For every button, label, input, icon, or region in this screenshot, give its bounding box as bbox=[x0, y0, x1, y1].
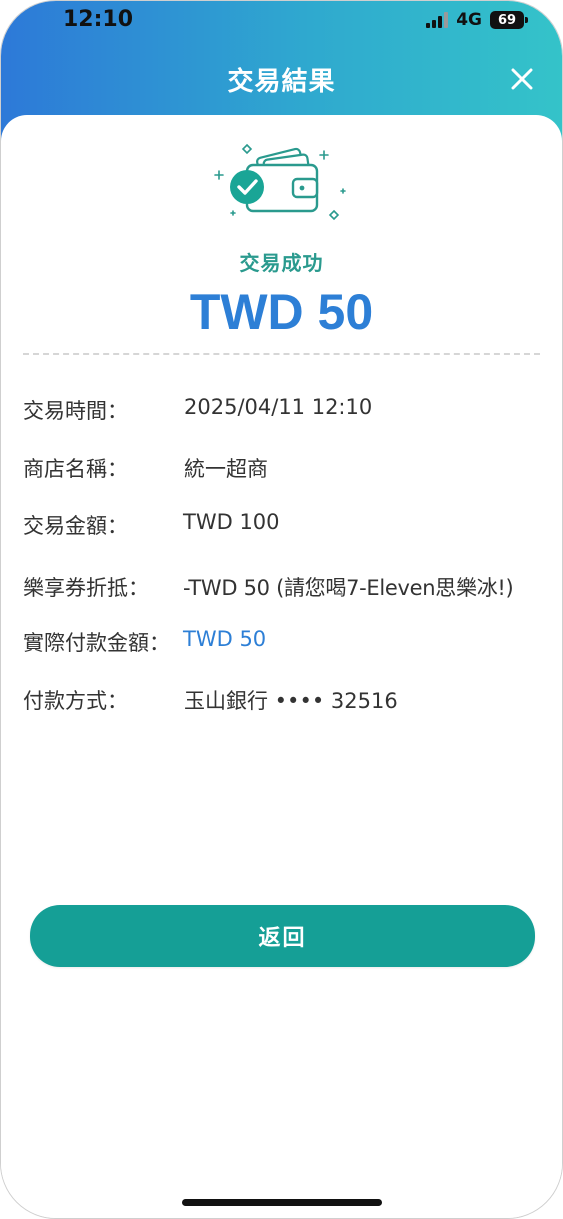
page-title: 交易結果 bbox=[227, 67, 336, 97]
result-status: 交易成功 bbox=[239, 251, 324, 275]
detail-label: 交易時間： bbox=[23, 399, 128, 423]
close-icon bbox=[511, 68, 533, 90]
detail-label: 實際付款金額： bbox=[23, 631, 170, 655]
status-bar: 12:10 4G 69 bbox=[1, 1, 562, 41]
detail-label: 樂享券折抵： bbox=[23, 576, 149, 600]
detail-value-highlight: TWD 50 bbox=[183, 627, 267, 651]
wallet-check-icon bbox=[214, 143, 346, 221]
detail-value: TWD 100 bbox=[183, 510, 280, 534]
detail-row-payment-method: 付款方式： 玉山銀行 •••• 32516 bbox=[23, 685, 552, 719]
detail-row-transaction-amount: 交易金額： TWD 100 bbox=[23, 510, 552, 544]
status-time: 12:10 bbox=[63, 7, 134, 32]
network-label: 4G bbox=[456, 10, 482, 30]
status-indicators: 4G 69 bbox=[426, 10, 528, 30]
battery-icon: 69 bbox=[490, 11, 528, 29]
signal-icon bbox=[426, 12, 449, 28]
title-bar: 交易結果 bbox=[1, 57, 562, 103]
battery-level: 69 bbox=[497, 12, 517, 28]
result-amount: TWD 50 bbox=[189, 284, 374, 340]
detail-value: 玉山銀行 •••• 32516 bbox=[184, 689, 398, 713]
detail-label: 交易金額： bbox=[23, 514, 128, 538]
detail-value: 統一超商 bbox=[184, 457, 268, 481]
result-card: 交易成功 TWD 50 交易時間： 2025/04/11 12:10 商店名稱：… bbox=[1, 115, 562, 1218]
detail-label: 付款方式： bbox=[23, 689, 128, 713]
close-button[interactable] bbox=[502, 57, 542, 101]
detail-value: -TWD 50 (請您喝7-Eleven思樂冰!) bbox=[183, 576, 514, 600]
home-indicator[interactable] bbox=[182, 1199, 382, 1206]
dashed-divider bbox=[23, 353, 540, 355]
back-button[interactable]: 返回 bbox=[30, 905, 535, 967]
detail-row-transaction-time: 交易時間： 2025/04/11 12:10 bbox=[23, 395, 552, 429]
detail-row-coupon-discount: 樂享券折抵： -TWD 50 (請您喝7-Eleven思樂冰!) bbox=[23, 572, 552, 606]
detail-row-store-name: 商店名稱： 統一超商 bbox=[23, 453, 552, 487]
phone-screen: 12:10 4G 69 交易結果 交易成功 TWD 50 交易時間： 2025/… bbox=[0, 0, 563, 1219]
detail-row-actual-payment: 實際付款金額： TWD 50 bbox=[23, 627, 552, 661]
detail-value: 2025/04/11 12:10 bbox=[184, 395, 373, 419]
detail-label: 商店名稱： bbox=[23, 457, 128, 481]
